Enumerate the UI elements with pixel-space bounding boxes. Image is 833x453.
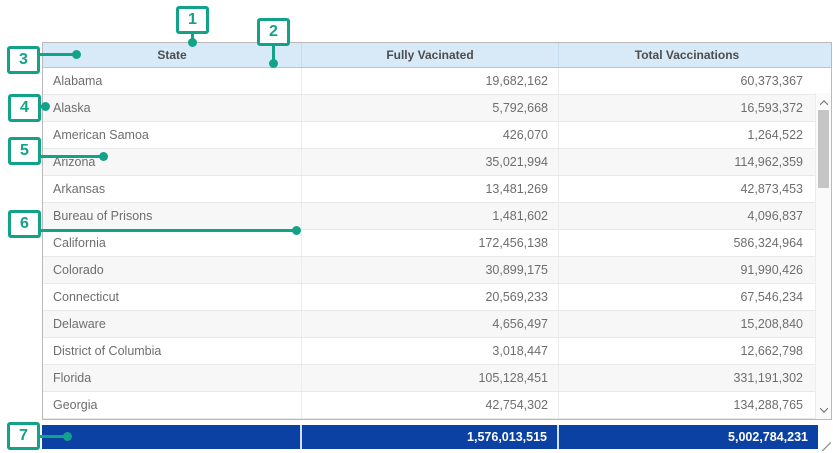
- totals-fully-vacinated-cell: 1,576,013,515: [300, 425, 557, 449]
- column-header-state[interactable]: State: [43, 43, 301, 67]
- callout-2: 2: [257, 18, 290, 46]
- fully-vacinated-cell: 5,792,668: [301, 95, 558, 121]
- total-vaccinations-cell: 67,546,234: [558, 284, 831, 310]
- state-cell: Arizona: [43, 149, 301, 175]
- state-cell: Bureau of Prisons: [43, 203, 301, 229]
- total-vaccinations-cell: 134,288,765: [558, 392, 831, 418]
- table-row[interactable]: Colorado 30,899,175 91,990,426: [43, 257, 831, 284]
- callout-6-dot: [292, 226, 301, 235]
- table-row[interactable]: Connecticut 20,569,233 67,546,234: [43, 284, 831, 311]
- total-vaccinations-cell: 42,873,453: [558, 176, 831, 202]
- totals-state-cell: [42, 425, 300, 449]
- callout-7-dot: [63, 432, 72, 441]
- state-cell: California: [43, 230, 301, 256]
- table-row[interactable]: Georgia 42,754,302 134,288,765: [43, 392, 831, 419]
- callout-6: 6: [8, 210, 41, 238]
- callout-7: 7: [7, 422, 40, 450]
- table-row[interactable]: Bureau of Prisons 1,481,602 4,096,837: [43, 203, 831, 230]
- table-row[interactable]: Alabama 19,682,162 60,373,367: [43, 68, 831, 95]
- fully-vacinated-cell: 42,754,302: [301, 392, 558, 418]
- total-vaccinations-cell: 586,324,964: [558, 230, 831, 256]
- fully-vacinated-cell: 105,128,451: [301, 365, 558, 391]
- table-row[interactable]: Arkansas 13,481,269 42,873,453: [43, 176, 831, 203]
- callout-2-dot: [269, 59, 278, 68]
- state-cell: Alaska: [43, 95, 301, 121]
- scroll-up-button[interactable]: [816, 95, 831, 110]
- callout-3-dot: [72, 50, 81, 59]
- total-vaccinations-cell: 331,191,302: [558, 365, 831, 391]
- table-header-row: State Fully Vacinated Total Vaccinations: [43, 43, 831, 68]
- callout-3: 3: [7, 46, 40, 74]
- callout-1: 1: [176, 6, 209, 34]
- scroll-down-button[interactable]: [816, 402, 831, 417]
- callout-5-dot: [99, 152, 108, 161]
- table-row[interactable]: District of Columbia 3,018,447 12,662,79…: [43, 338, 831, 365]
- total-vaccinations-cell: 91,990,426: [558, 257, 831, 283]
- fully-vacinated-cell: 13,481,269: [301, 176, 558, 202]
- callout-5: 5: [8, 137, 41, 165]
- fully-vacinated-cell: 172,456,138: [301, 230, 558, 256]
- fully-vacinated-cell: 3,018,447: [301, 338, 558, 364]
- state-cell: Delaware: [43, 311, 301, 337]
- state-cell: District of Columbia: [43, 338, 301, 364]
- fully-vacinated-cell: 1,481,602: [301, 203, 558, 229]
- callout-1-dot: [188, 38, 197, 47]
- resize-grip-icon[interactable]: [822, 442, 831, 451]
- fully-vacinated-cell: 20,569,233: [301, 284, 558, 310]
- table-body: Alabama 19,682,162 60,373,367 Alaska 5,7…: [43, 68, 831, 420]
- total-vaccinations-cell: 60,373,367: [558, 68, 831, 94]
- table-widget-canvas: State Fully Vacinated Total Vaccinations…: [0, 0, 833, 453]
- fully-vacinated-cell: 30,899,175: [301, 257, 558, 283]
- chevron-down-icon: [819, 404, 827, 412]
- total-vaccinations-cell: 12,662,798: [558, 338, 831, 364]
- column-header-fully-vacinated[interactable]: Fully Vacinated: [301, 43, 558, 67]
- totals-total-vaccinations-cell: 5,002,784,231: [557, 425, 818, 449]
- fully-vacinated-cell: 4,656,497: [301, 311, 558, 337]
- callout-3-line: [39, 53, 76, 56]
- state-cell: Georgia: [43, 392, 301, 418]
- table-row[interactable]: American Samoa 426,070 1,264,522: [43, 122, 831, 149]
- column-header-total-vaccinations[interactable]: Total Vaccinations: [558, 43, 831, 67]
- table-row[interactable]: Alaska 5,792,668 16,593,372: [43, 95, 831, 122]
- fully-vacinated-cell: 426,070: [301, 122, 558, 148]
- total-vaccinations-cell: 1,264,522: [558, 122, 831, 148]
- total-vaccinations-cell: 114,962,359: [558, 149, 831, 175]
- chevron-up-icon: [819, 100, 827, 108]
- callout-5-line: [40, 155, 103, 158]
- state-cell: Colorado: [43, 257, 301, 283]
- scrollbar-thumb[interactable]: [818, 110, 829, 188]
- total-vaccinations-cell: 15,208,840: [558, 311, 831, 337]
- table-row[interactable]: Florida 105,128,451 331,191,302: [43, 365, 831, 392]
- fully-vacinated-cell: 19,682,162: [301, 68, 558, 94]
- callout-4-dot: [41, 102, 50, 111]
- fully-vacinated-cell: 35,021,994: [301, 149, 558, 175]
- total-vaccinations-cell: 16,593,372: [558, 95, 831, 121]
- table-row[interactable]: Arizona 35,021,994 114,962,359: [43, 149, 831, 176]
- callout-6-line: [40, 229, 296, 232]
- state-cell: Alabama: [43, 68, 301, 94]
- callout-4: 4: [8, 94, 41, 122]
- table-row[interactable]: California 172,456,138 586,324,964: [43, 230, 831, 257]
- table-row[interactable]: Delaware 4,656,497 15,208,840: [43, 311, 831, 338]
- state-cell: Arkansas: [43, 176, 301, 202]
- state-cell: Connecticut: [43, 284, 301, 310]
- state-cell: American Samoa: [43, 122, 301, 148]
- vertical-scrollbar[interactable]: [815, 93, 831, 420]
- state-cell: Florida: [43, 365, 301, 391]
- total-vaccinations-cell: 4,096,837: [558, 203, 831, 229]
- totals-row: 1,576,013,515 5,002,784,231: [42, 425, 818, 449]
